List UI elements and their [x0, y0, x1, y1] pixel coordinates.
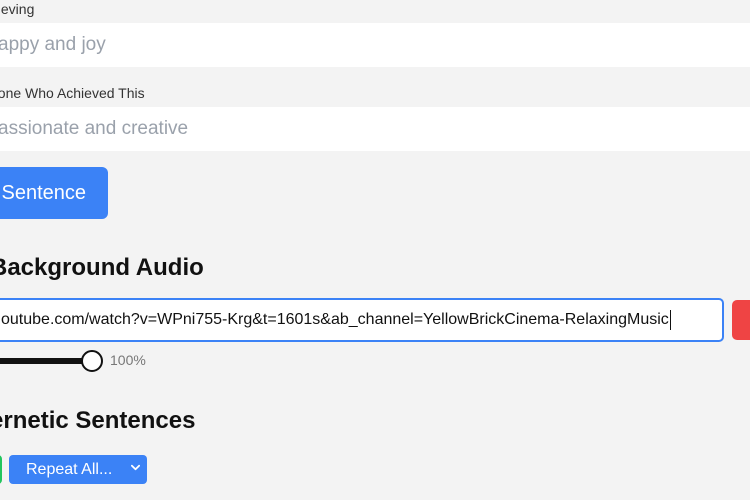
someone-input[interactable]: assionate and creative — [0, 107, 750, 151]
audio-url-value: outube.com/watch?v=WPni755-Krg&t=1601s&a… — [1, 311, 669, 328]
generate-sentence-button[interactable]: Sentence — [0, 167, 108, 219]
someone-label: eone Who Achieved This — [0, 85, 145, 101]
text-caret — [669, 310, 671, 330]
background-audio-heading: Background Audio — [0, 254, 204, 281]
volume-slider-thumb[interactable] — [81, 350, 103, 372]
volume-value: 100% — [110, 352, 146, 368]
audio-url-input[interactable]: outube.com/watch?v=WPni755-Krg&t=1601s&a… — [0, 298, 724, 342]
cybernetic-sentences-heading: ernetic Sentences — [0, 407, 196, 434]
achieving-input[interactable]: appy and joy — [0, 23, 750, 67]
volume-slider-track[interactable] — [0, 358, 92, 364]
chevron-down-icon — [131, 464, 140, 471]
repeat-mode-value: Repeat All... — [26, 460, 113, 478]
repeat-mode-select[interactable]: Repeat All... — [9, 455, 147, 484]
remove-audio-button[interactable] — [732, 300, 750, 340]
play-button[interactable] — [0, 455, 2, 484]
achieving-label: hieving — [0, 1, 35, 17]
